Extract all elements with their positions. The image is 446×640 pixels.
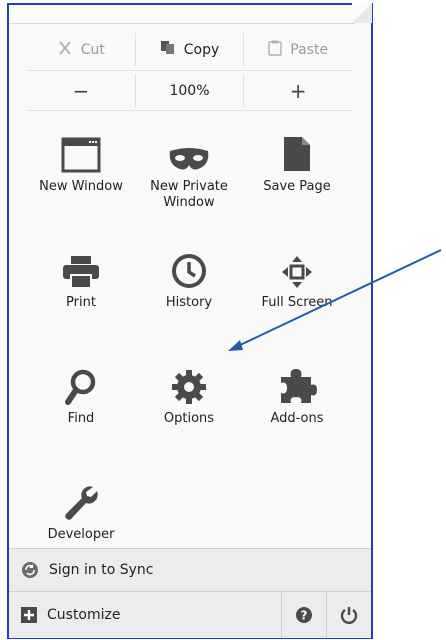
customize-label: Customize [47, 607, 121, 623]
zoom-out-button[interactable]: − [27, 74, 135, 107]
tile-label: Options [163, 411, 215, 426]
tile-label: Print [66, 295, 96, 310]
panel-footer: Customize ? [9, 591, 371, 638]
customize-button[interactable]: Customize [21, 592, 121, 638]
clock-icon [159, 233, 219, 289]
panel-notch [352, 3, 372, 23]
history-button[interactable]: History [135, 233, 243, 349]
paste-button[interactable]: Paste [243, 33, 352, 66]
panel-top-edge [9, 5, 354, 24]
cut-button[interactable]: Cut [27, 33, 135, 66]
window-icon [51, 117, 111, 173]
help-icon: ? [295, 606, 313, 624]
zoom-reset-button[interactable]: 100% [134, 74, 244, 107]
sync-icon [21, 561, 39, 579]
document-icon [267, 117, 327, 173]
tile-label: Full Screen [261, 295, 333, 310]
tile-label: Developer [47, 527, 115, 542]
zoom-in-button[interactable]: + [243, 74, 352, 107]
edit-controls-row: Cut Copy Paste [27, 33, 352, 66]
separator [27, 70, 352, 71]
sign-in-to-sync-button[interactable]: Sign in to Sync [9, 548, 371, 591]
magnifier-icon [51, 349, 111, 405]
printer-icon [51, 233, 111, 289]
find-button[interactable]: Find [27, 349, 135, 465]
full-screen-button[interactable]: Full Screen [243, 233, 351, 349]
power-icon [340, 606, 358, 624]
tile-label: Add-ons [270, 411, 324, 426]
plus-icon: + [289, 78, 307, 103]
quit-button[interactable] [326, 592, 371, 638]
copy-button[interactable]: Copy [134, 33, 244, 66]
svg-text:?: ? [301, 609, 308, 623]
copy-icon [160, 40, 176, 60]
plus-box-icon [21, 607, 37, 623]
tile-label: New Window [39, 179, 123, 194]
scissors-icon [57, 40, 73, 60]
zoom-controls-row: − 100% + [27, 74, 352, 107]
mask-icon [159, 117, 219, 173]
save-page-button[interactable]: Save Page [243, 117, 351, 233]
puzzle-piece-icon [267, 349, 327, 405]
paste-label: Paste [290, 41, 329, 58]
firefox-menu-panel: Cut Copy Paste − 100% + New Window New P… [7, 3, 373, 639]
menu-tile-grid: New Window New Private Window Save Page … [27, 117, 357, 581]
clipboard-icon [268, 40, 282, 60]
tile-label: History [165, 295, 213, 310]
cut-label: Cut [80, 41, 105, 58]
add-ons-button[interactable]: Add-ons [243, 349, 351, 465]
tile-label: Find [67, 411, 95, 426]
new-window-button[interactable]: New Window [27, 117, 135, 233]
print-button[interactable]: Print [27, 233, 135, 349]
minus-icon: − [72, 78, 90, 103]
options-button[interactable]: Options [135, 349, 243, 465]
separator [27, 110, 352, 111]
sync-label: Sign in to Sync [49, 562, 154, 578]
tile-label: Save Page [263, 179, 331, 194]
tile-label: New Private Window [150, 179, 228, 210]
zoom-level: 100% [169, 82, 210, 99]
help-button[interactable]: ? [281, 592, 326, 638]
gear-icon [159, 349, 219, 405]
fullscreen-arrows-icon [267, 233, 327, 289]
new-private-window-button[interactable]: New Private Window [135, 117, 243, 233]
footer-actions: ? [281, 592, 371, 638]
copy-label: Copy [183, 41, 220, 58]
wrench-icon [51, 465, 111, 521]
